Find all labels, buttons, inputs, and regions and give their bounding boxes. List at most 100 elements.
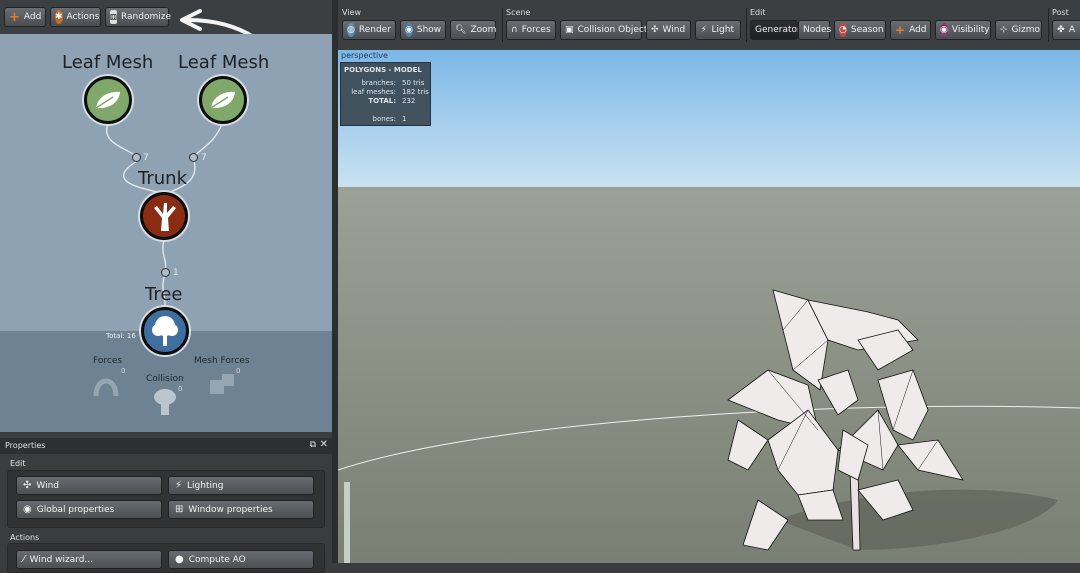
stats-branches-value: 50 tris <box>402 79 425 87</box>
mesh-forces-icon[interactable] <box>208 372 238 398</box>
eye-icon: ◉ <box>940 23 948 37</box>
wind-button[interactable]: ✣ Wind <box>16 476 162 495</box>
forces-button[interactable]: ∩ Forces <box>506 20 556 40</box>
light-icon: ⚡ <box>175 480 183 491</box>
node-label-leaf-mesh-2: Leaf Mesh <box>178 52 270 73</box>
season-icon: ◔ <box>839 23 847 37</box>
lighting-button[interactable]: ⚡ Lighting <box>168 476 314 495</box>
nodes-button[interactable]: Nodes <box>798 20 831 40</box>
dice-icon: ⚅ <box>110 10 117 24</box>
generator-label-collision: Collision <box>146 374 184 384</box>
light-icon: ⚡ <box>700 25 707 35</box>
port-count: 7 <box>143 153 149 163</box>
node-label-leaf-mesh-1: Leaf Mesh <box>62 52 154 73</box>
stats-total-value: 232 <box>402 97 416 105</box>
stats-bones-label: bones: <box>372 115 396 123</box>
actions-section-label: Actions <box>10 533 40 542</box>
collision-count: 0 <box>178 385 183 393</box>
viewport-mode-label: perspective <box>341 51 388 60</box>
mesh-forces-count: 0 <box>236 367 241 375</box>
toolbar-separator <box>1048 8 1049 42</box>
render-button[interactable]: ◍ Render <box>342 20 396 40</box>
wind-wizard-button[interactable]: ⁄ Wind wizard... <box>16 550 162 569</box>
tree-node[interactable] <box>141 307 189 355</box>
edit-group-label: Edit <box>750 8 766 17</box>
properties-header: Properties ⧉ ✕ <box>0 438 332 454</box>
close-panel-icon[interactable]: ✕ <box>320 439 328 450</box>
stats-title: POLYGONS - MODEL <box>344 66 422 74</box>
forces-icon: ∩ <box>511 25 518 35</box>
port-count: 7 <box>201 153 207 163</box>
gizmo-button[interactable]: ⊹ Gizmo <box>995 20 1042 40</box>
polygon-stats-panel: POLYGONS - MODEL branches: 50 tris leaf … <box>340 62 431 126</box>
trunk-port[interactable] <box>161 268 170 277</box>
plus-icon: + <box>9 9 20 25</box>
3d-viewport[interactable]: perspective POLYGONS - MODEL branches: 5… <box>338 50 1080 563</box>
trunk-node[interactable] <box>140 192 188 240</box>
view-group-label: View <box>342 8 361 17</box>
main-toolbar: View ◍ Render ◉ Show 🔍︎ Zoom Scene ∩ Forces … <box>338 0 1080 50</box>
toolbar-separator <box>502 8 503 42</box>
edit-section-label: Edit <box>10 459 26 468</box>
post-group-label: Post <box>1052 8 1069 17</box>
season-button[interactable]: ◔ Season <box>834 20 886 40</box>
scene-group-label: Scene <box>506 8 531 17</box>
tree-total: Total: 16 <box>106 332 136 340</box>
show-button[interactable]: ◉ Show <box>400 20 446 40</box>
add-toolbar-button[interactable]: + Add <box>890 20 931 40</box>
add-button[interactable]: + Add <box>4 7 46 27</box>
node-label-trunk: Trunk <box>138 168 187 189</box>
tree-icon <box>152 316 178 346</box>
toolbar-separator <box>746 8 747 42</box>
leaf-icon <box>95 91 120 109</box>
globe-icon: ◉ <box>23 504 32 515</box>
forces-icon[interactable] <box>92 370 120 398</box>
zoom-icon: 🔍︎ <box>455 25 467 35</box>
plus-icon: + <box>895 23 906 37</box>
render-icon: ◍ <box>347 23 355 37</box>
trunk-icon <box>154 203 176 231</box>
wind-icon: ✣ <box>651 25 659 35</box>
wand-icon: ⁄ <box>23 554 25 565</box>
forces-count: 0 <box>121 367 126 375</box>
properties-title: Properties <box>5 441 46 450</box>
window-properties-button[interactable]: ⊞ Window properties <box>168 500 314 519</box>
gear-icon: ✱ <box>55 10 63 24</box>
actions-button[interactable]: ✱ Actions <box>50 7 101 27</box>
post-button[interactable]: ✤ A <box>1052 20 1080 40</box>
collision-icon[interactable] <box>152 387 178 417</box>
leaf-mesh-node-1[interactable] <box>84 76 132 124</box>
wind-toolbar-button[interactable]: ✣ Wind <box>646 20 691 40</box>
generators-button[interactable]: Generators <box>750 20 805 40</box>
stats-leaf-label: leaf meshes: <box>351 88 396 96</box>
eye-icon: ◉ <box>405 23 413 37</box>
node-label-tree: Tree <box>145 284 183 305</box>
wind-icon: ✣ <box>23 480 32 491</box>
window-icon: ⊞ <box>175 504 184 515</box>
generator-label-mesh-forces: Mesh Forces <box>194 356 250 366</box>
leaf-icon <box>210 91 235 109</box>
zoom-button[interactable]: 🔍︎ Zoom <box>450 20 496 40</box>
stats-bones-value: 1 <box>402 115 407 123</box>
post-icon: ✤ <box>1057 25 1065 35</box>
randomize-button[interactable]: ⚅ Randomize <box>105 7 171 27</box>
collision-icon: ▣ <box>565 25 574 35</box>
light-button[interactable]: ⚡ Light <box>695 20 741 40</box>
stats-total-label: TOTAL: <box>368 97 396 105</box>
gizmo-icon: ⊹ <box>1000 25 1008 35</box>
port-count: 1 <box>173 268 179 278</box>
leaf-mesh-port-2[interactable] <box>189 153 198 162</box>
leaf-mesh-node-2[interactable] <box>199 76 247 124</box>
compute-ao-button[interactable]: ● Compute AO <box>168 550 314 569</box>
float-panel-icon[interactable]: ⧉ <box>310 440 316 450</box>
leaf-mesh-port-1[interactable] <box>132 153 141 162</box>
stats-branches-label: branches: <box>361 79 396 87</box>
viewport-scene <box>338 50 1080 563</box>
visibility-button[interactable]: ◉ Visibility <box>935 20 991 40</box>
generator-label-forces: Forces <box>93 356 123 366</box>
global-properties-button[interactable]: ◉ Global properties <box>16 500 162 519</box>
stats-leaf-value: 182 tris <box>402 88 429 96</box>
properties-panel: Edit ✣ Wind ⚡ Lighting ◉ Global properties … <box>0 454 332 573</box>
collision-objects-button[interactable]: ▣ Collision Objects <box>560 20 652 40</box>
ao-icon: ● <box>175 554 184 565</box>
